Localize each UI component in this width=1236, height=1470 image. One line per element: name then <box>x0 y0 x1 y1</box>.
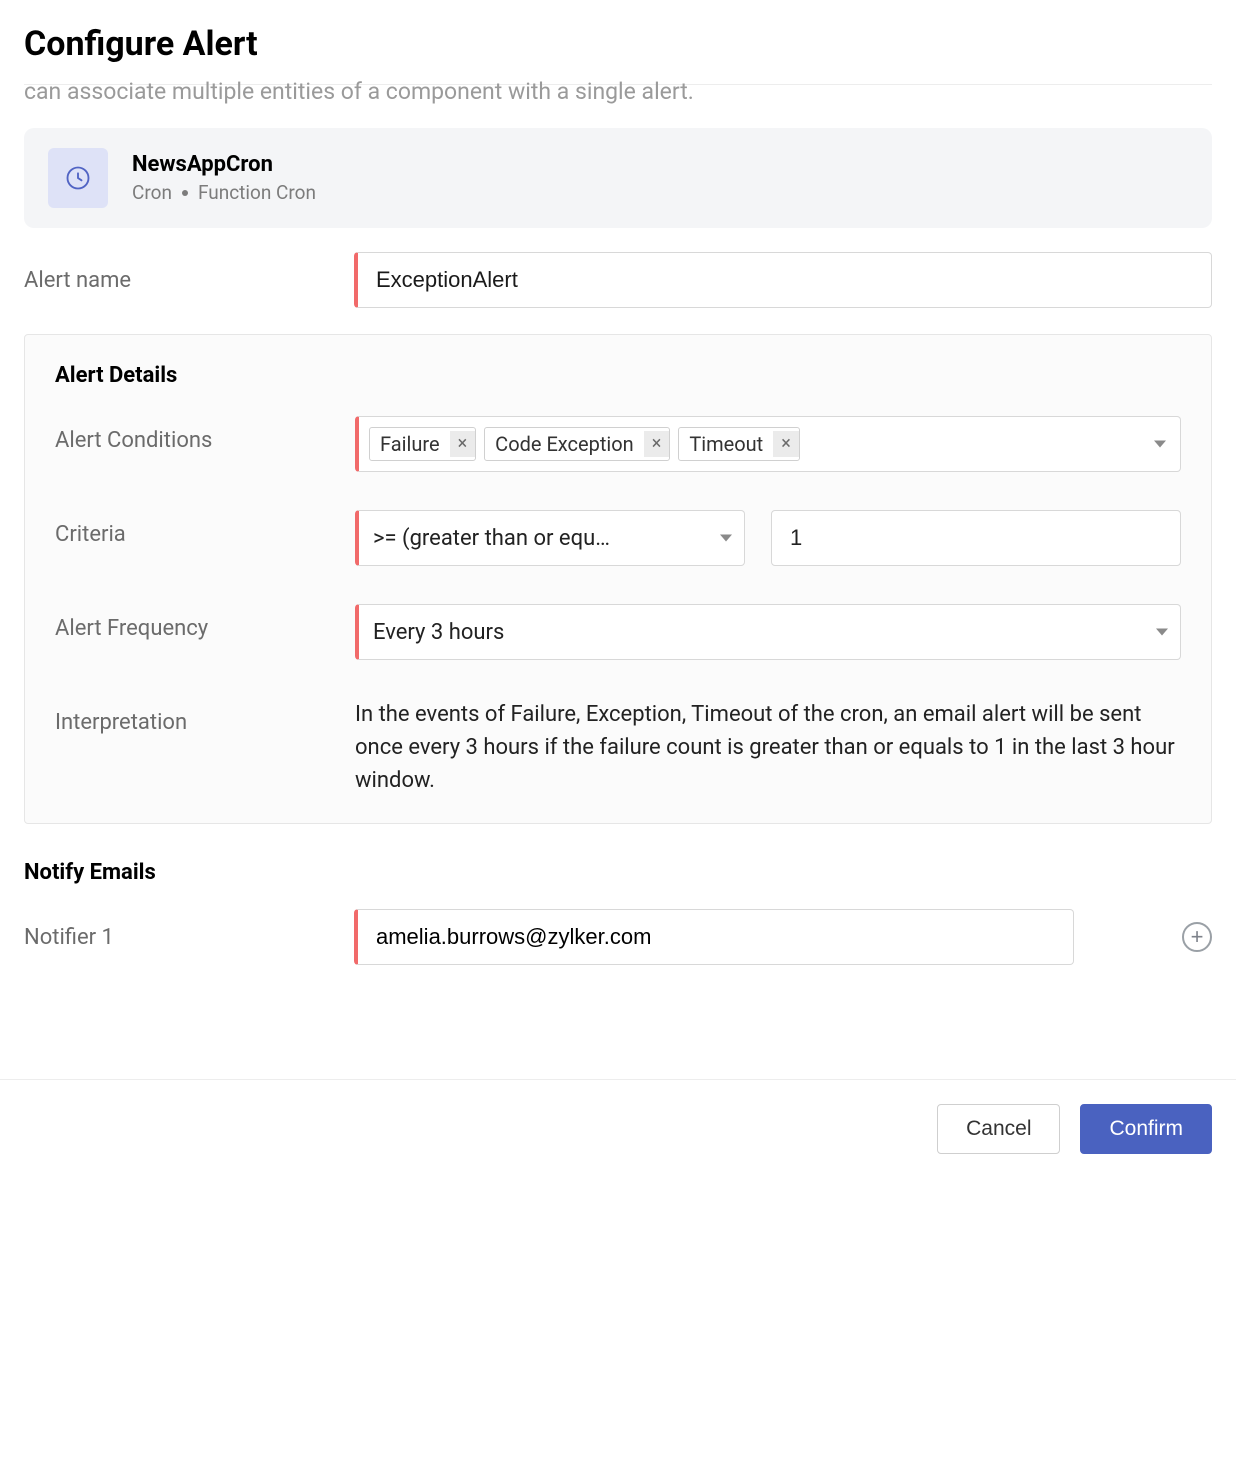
chip-remove[interactable]: × <box>773 431 799 457</box>
chip-remove[interactable]: × <box>644 431 670 457</box>
description-fragment: can associate multiple entities of a com… <box>24 78 1212 105</box>
alert-details-heading: Alert Details <box>55 363 1181 388</box>
criteria-operator-select[interactable]: >= (greater than or equ… <box>355 510 745 566</box>
entity-subtype: Function Cron <box>198 181 316 204</box>
alert-frequency-select[interactable]: Every 3 hours <box>355 604 1181 660</box>
footer: Cancel Confirm <box>0 1079 1236 1178</box>
alert-name-input[interactable] <box>354 252 1212 308</box>
interpretation-label: Interpretation <box>55 698 355 735</box>
criteria-label: Criteria <box>55 510 355 547</box>
chip-label: Timeout <box>679 428 773 460</box>
dot-separator <box>182 190 188 196</box>
alert-conditions-label: Alert Conditions <box>55 416 355 453</box>
chip-label: Code Exception <box>485 428 644 460</box>
cancel-button[interactable]: Cancel <box>937 1104 1060 1154</box>
chip-timeout: Timeout × <box>678 427 800 461</box>
alert-conditions-select[interactable]: Failure × Code Exception × Timeout × <box>355 416 1181 472</box>
alert-details-card: Alert Details Alert Conditions Failure ×… <box>24 334 1212 824</box>
confirm-button[interactable]: Confirm <box>1080 1104 1212 1154</box>
entity-name: NewsAppCron <box>132 152 316 177</box>
chevron-down-icon <box>1156 629 1168 636</box>
entity-banner: NewsAppCron Cron Function Cron <box>24 128 1212 228</box>
notify-emails-heading: Notify Emails <box>24 860 1212 885</box>
alert-frequency-value: Every 3 hours <box>373 620 504 645</box>
chevron-down-icon <box>720 535 732 542</box>
add-notifier-button[interactable]: + <box>1182 922 1212 952</box>
notifier-1-label: Notifier 1 <box>24 925 354 950</box>
chip-label: Failure <box>370 428 450 460</box>
chip-code-exception: Code Exception × <box>484 427 670 461</box>
chevron-down-icon[interactable] <box>1154 441 1166 448</box>
interpretation-text: In the events of Failure, Exception, Tim… <box>355 698 1181 797</box>
entity-type: Cron <box>132 181 172 204</box>
chip-remove[interactable]: × <box>450 431 476 457</box>
alert-frequency-label: Alert Frequency <box>55 604 355 641</box>
notifier-1-input[interactable] <box>354 909 1074 965</box>
page-title: Configure Alert <box>24 24 1212 64</box>
cron-icon <box>48 148 108 208</box>
criteria-operator-value: >= (greater than or equ… <box>373 526 610 551</box>
criteria-value-input[interactable] <box>771 510 1181 566</box>
alert-name-label: Alert name <box>24 268 354 293</box>
chip-failure: Failure × <box>369 427 476 461</box>
